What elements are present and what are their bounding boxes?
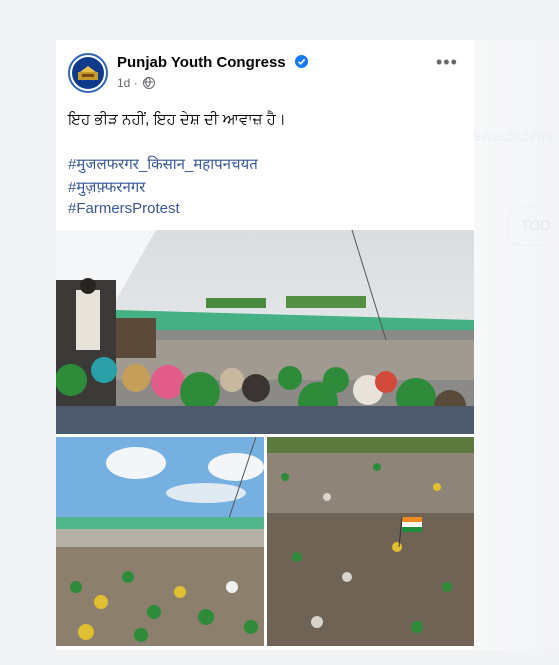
post-text: ਇਹ ਭੀੜ ਨਹੀਂ, ਇਹ ਦੇਸ਼ ਦੀ ਆਵਾਜ਼ ਹੈ। [68, 111, 286, 128]
crowd-field-image [56, 437, 264, 646]
hashtag-link[interactable]: #FarmersProtest [68, 200, 180, 217]
hashtag-link[interactable]: #मुजलफरगर_किसान_महापनचयत [68, 154, 258, 174]
dense-crowd-image [267, 437, 474, 646]
rally-photo-crowd-right[interactable] [267, 437, 474, 646]
globe-icon[interactable] [142, 76, 156, 89]
rally-photo-crowd-left[interactable] [56, 437, 264, 646]
hashtag-link[interactable]: #मुज़फ़्फरनगर [68, 177, 145, 197]
meta-separator: · [133, 76, 138, 90]
avatar[interactable] [68, 53, 108, 93]
background-ghost-text: swachchhta [474, 128, 554, 145]
post-time[interactable]: 1d [117, 76, 130, 90]
rally-photo-main[interactable] [56, 230, 474, 434]
logo-icon [78, 66, 98, 80]
rally-stage-image [56, 230, 474, 434]
verified-badge-icon [294, 55, 308, 68]
page-name-label: Punjab Youth Congress [117, 54, 286, 71]
avatar-logo [72, 57, 104, 89]
page-name[interactable]: Punjab Youth Congress [117, 54, 308, 71]
post-meta: 1d · [117, 76, 156, 90]
background-ghost-pill: TOD [508, 206, 559, 246]
more-options-icon[interactable]: ••• [436, 52, 458, 73]
